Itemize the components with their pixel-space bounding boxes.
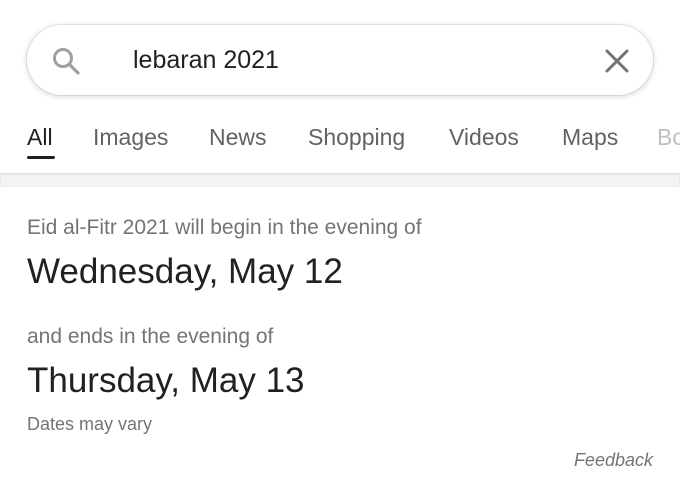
search-icon[interactable]	[51, 46, 81, 76]
tab-all[interactable]: All	[27, 124, 53, 151]
search-bar[interactable]	[27, 25, 653, 95]
result-start-date: Wednesday, May 12	[27, 252, 343, 291]
result-end-date: Thursday, May 13	[27, 361, 305, 400]
result-intro: Eid al-Fitr 2021 will begin in the eveni…	[27, 216, 422, 239]
tabs-divider	[0, 173, 680, 187]
close-icon	[605, 49, 629, 73]
search-results-page: All Images News Shopping Videos Maps Boo…	[0, 0, 680, 485]
result-note: Dates may vary	[27, 414, 153, 434]
feedback-link[interactable]: Feedback	[574, 450, 653, 471]
tab-videos[interactable]: Videos	[449, 124, 519, 151]
active-tab-indicator	[27, 156, 55, 159]
tab-images[interactable]: Images	[93, 124, 168, 151]
tab-books[interactable]: Books	[657, 124, 680, 151]
search-tabs: All Images News Shopping Videos Maps Boo…	[0, 112, 680, 172]
result-end-intro: and ends in the evening of	[27, 325, 274, 348]
tab-shopping[interactable]: Shopping	[308, 124, 405, 151]
tab-news[interactable]: News	[209, 124, 267, 151]
clear-search-button[interactable]	[597, 41, 637, 81]
tab-maps[interactable]: Maps	[562, 124, 618, 151]
search-input[interactable]	[133, 42, 553, 78]
